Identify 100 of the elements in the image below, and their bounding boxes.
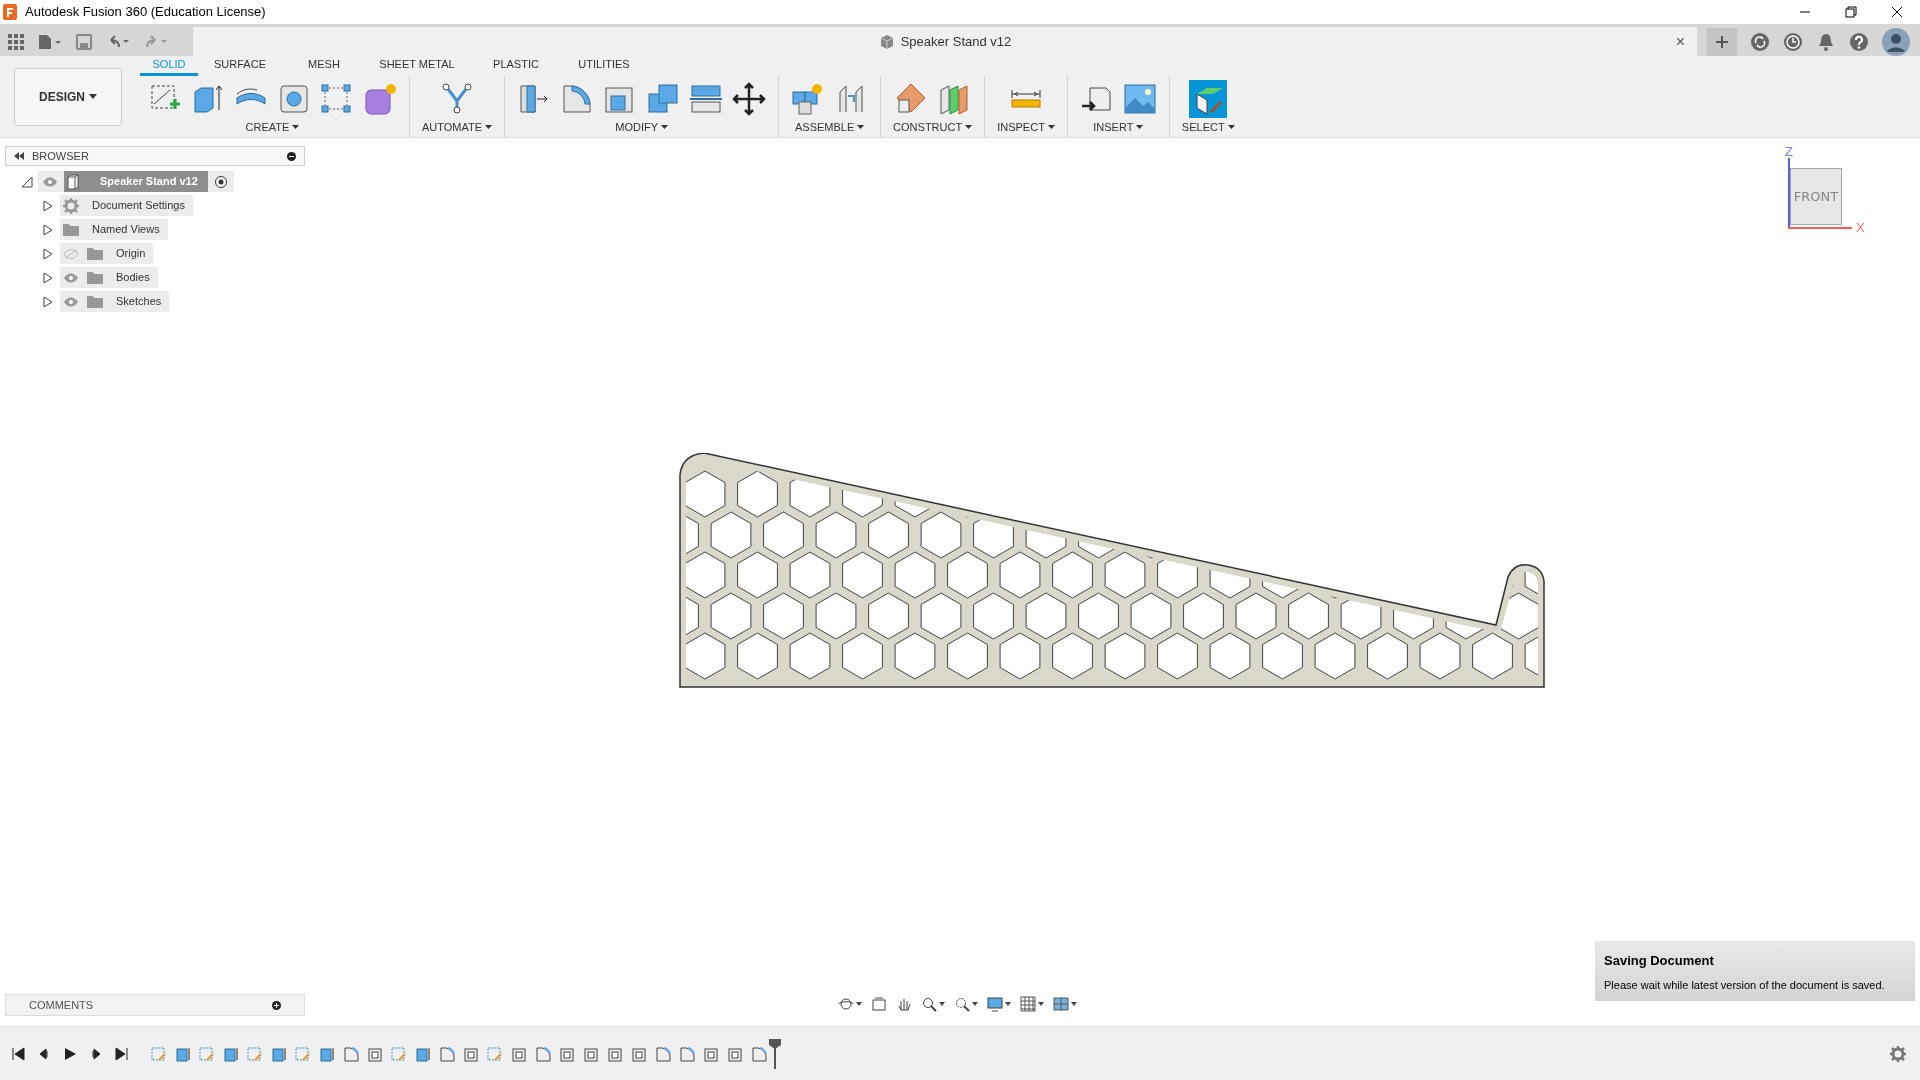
extrude-feature-icon[interactable] (175, 1045, 191, 1062)
zoom-window-icon[interactable] (954, 996, 970, 1012)
cube-star-icon[interactable] (363, 81, 397, 116)
toolbar-group-dropdown[interactable]: SELECT (1181, 118, 1235, 135)
caret-icon[interactable] (1005, 1002, 1011, 1006)
extrude-feature-icon[interactable] (319, 1045, 335, 1062)
help-icon[interactable] (1849, 31, 1869, 52)
document-tab[interactable]: Speaker Stand v12 × (193, 27, 1697, 56)
eye-icon[interactable] (63, 272, 79, 283)
branch-icon[interactable] (440, 81, 475, 116)
ribbon-tab[interactable]: SHEET METAL (366, 56, 468, 76)
expand-toggle-icon[interactable] (21, 175, 33, 188)
step-forward-icon[interactable] (89, 1046, 103, 1061)
activate-radio-icon[interactable] (213, 174, 228, 189)
zoom-icon[interactable] (921, 996, 937, 1012)
caret-icon (1136, 124, 1144, 129)
toolbar-group-dropdown[interactable]: CREATE (245, 118, 300, 135)
browser-item[interactable]: Document Settings (60, 195, 193, 216)
caret-icon[interactable] (1038, 1002, 1044, 1006)
notifications-icon[interactable] (1816, 31, 1836, 52)
gear-icon (63, 197, 79, 214)
restore-icon[interactable] (1843, 4, 1859, 20)
shell-feature-icon[interactable] (367, 1045, 383, 1062)
shell-feature-icon[interactable] (727, 1045, 743, 1062)
pattern-icon[interactable] (320, 81, 354, 116)
ribbon-tab[interactable]: PLASTIC (468, 56, 564, 76)
fillet-feature-icon[interactable] (535, 1045, 551, 1062)
browser-item[interactable]: Sketches (60, 291, 170, 312)
eye-icon[interactable] (42, 176, 58, 187)
toolbar-group-dropdown[interactable]: INSERT (1093, 118, 1144, 135)
collapse-icon[interactable] (14, 152, 24, 160)
image-icon[interactable] (1122, 81, 1157, 116)
browser-item[interactable]: Bodies (60, 267, 158, 288)
close-tab-button[interactable]: × (1675, 29, 1685, 54)
step-back-icon[interactable] (37, 1046, 51, 1061)
ribbon-tab[interactable]: UTILITIES (564, 56, 644, 76)
expand-toggle-icon[interactable] (43, 295, 53, 308)
ribbon-tab[interactable]: MESH (282, 56, 366, 76)
shell-feature-icon[interactable] (631, 1045, 647, 1062)
pan-icon[interactable] (896, 996, 912, 1012)
fillet-feature-icon[interactable] (343, 1045, 359, 1062)
apps-grid-icon[interactable] (8, 33, 24, 50)
extrude-feature-icon[interactable] (271, 1045, 287, 1062)
eye-icon[interactable] (63, 296, 79, 307)
pin-icon[interactable] (287, 151, 296, 161)
close-icon[interactable] (1889, 4, 1905, 20)
toolbar-group-dropdown[interactable]: CONSTRUCT (893, 118, 973, 135)
fillet-feature-icon[interactable] (751, 1045, 767, 1062)
shell-feature-icon[interactable] (583, 1045, 599, 1062)
toolbar-group-dropdown[interactable]: MODIFY (615, 118, 668, 135)
expand-toggle-icon[interactable] (43, 271, 53, 284)
browser-item[interactable]: Origin (60, 243, 154, 264)
skip-start-icon[interactable] (11, 1046, 25, 1061)
orbit-icon[interactable] (838, 996, 854, 1012)
toolbar-group-dropdown[interactable]: AUTOMATE (422, 118, 493, 135)
extrude-feature-icon[interactable] (415, 1045, 431, 1062)
browser-item[interactable]: Named Views (60, 219, 168, 240)
new-tab-button[interactable] (1707, 27, 1737, 56)
expand-toggle-icon[interactable] (43, 247, 53, 260)
toolbar-group-dropdown[interactable]: ASSEMBLE (794, 118, 865, 135)
clock-icon[interactable] (1783, 31, 1803, 52)
shell-feature-icon[interactable] (607, 1045, 623, 1062)
select-icon[interactable] (1189, 79, 1228, 118)
fillet-feature-icon[interactable] (439, 1045, 455, 1062)
ribbon-tab[interactable]: SURFACE (198, 56, 282, 76)
shell-feature-icon[interactable] (703, 1045, 719, 1062)
extrude-feature-icon[interactable] (223, 1045, 239, 1062)
shell-feature-icon[interactable] (511, 1045, 527, 1062)
caret-icon[interactable] (939, 1002, 945, 1006)
toolbar-group-dropdown[interactable]: INSPECT (997, 118, 1055, 135)
add-icon[interactable] (272, 1000, 281, 1010)
document-title: Speaker Stand v12 (900, 32, 1012, 51)
file-menu-icon[interactable] (38, 33, 62, 50)
expand-toggle-icon[interactable] (43, 199, 53, 212)
caret-icon[interactable] (1071, 1002, 1077, 1006)
caret-icon[interactable] (856, 1002, 862, 1006)
move-icon[interactable] (732, 81, 767, 116)
combine-icon[interactable] (646, 81, 681, 116)
caret-icon[interactable] (972, 1002, 978, 1006)
caret-icon (857, 124, 865, 129)
grid-icon[interactable] (1020, 996, 1036, 1012)
notification-message: Please wait while latest version of the document is saved. (1604, 977, 1886, 993)
viewports-icon[interactable] (1053, 996, 1069, 1012)
fillet-feature-icon[interactable] (655, 1045, 671, 1062)
timeline-marker-icon[interactable] (769, 1038, 781, 1069)
sync-icon[interactable] (1750, 31, 1770, 52)
shell-feature-icon[interactable] (463, 1045, 479, 1062)
shell-feature-icon[interactable] (559, 1045, 575, 1062)
settings-icon[interactable] (1890, 1045, 1906, 1062)
notification-title: Saving Document (1604, 952, 1715, 970)
fillet-feature-icon[interactable] (679, 1045, 695, 1062)
expand-toggle-icon[interactable] (43, 223, 53, 236)
play-icon[interactable] (63, 1046, 77, 1061)
save-icon[interactable] (76, 33, 92, 50)
user-avatar-icon[interactable] (1882, 27, 1910, 56)
workspace-dropdown[interactable]: DESIGN (14, 67, 122, 126)
skip-end-icon[interactable] (115, 1046, 129, 1061)
look-at-icon[interactable] (871, 996, 887, 1012)
x-axis-line (1788, 226, 1852, 230)
display-icon[interactable] (987, 996, 1003, 1012)
